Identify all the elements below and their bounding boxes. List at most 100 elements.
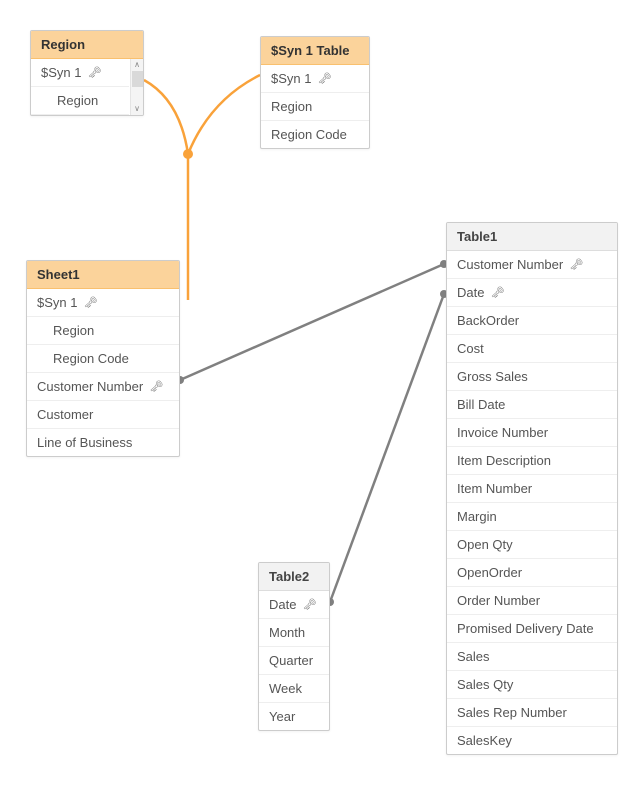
field-label: Customer bbox=[37, 407, 93, 422]
field-label: Quarter bbox=[269, 653, 313, 668]
field-label: Region Code bbox=[53, 351, 129, 366]
field-label: Customer Number bbox=[37, 379, 143, 394]
table-title: Table1 bbox=[457, 229, 497, 244]
field-row[interactable]: Quarter bbox=[259, 647, 329, 675]
field-label: Item Number bbox=[457, 481, 532, 496]
field-label: Week bbox=[269, 681, 302, 696]
field-row[interactable]: Item Number bbox=[447, 475, 617, 503]
table-header[interactable]: Table1 bbox=[447, 223, 617, 251]
key-icon: 🗝 bbox=[490, 286, 504, 299]
field-row[interactable]: Customer Number 🗝 bbox=[447, 251, 617, 279]
table-sheet1[interactable]: Sheet1 $Syn 1 🗝 Region Region Code Custo… bbox=[26, 260, 180, 457]
field-label: OpenOrder bbox=[457, 565, 522, 580]
field-row[interactable]: Date 🗝 bbox=[259, 591, 329, 619]
field-row[interactable]: Bill Date bbox=[447, 391, 617, 419]
field-label: Promised Delivery Date bbox=[457, 621, 594, 636]
field-row[interactable]: Region Code bbox=[27, 345, 179, 373]
field-label: Year bbox=[269, 709, 295, 724]
field-label: $Syn 1 bbox=[271, 71, 311, 86]
field-label: Order Number bbox=[457, 593, 540, 608]
field-label: Open Qty bbox=[457, 537, 513, 552]
field-row[interactable]: Region bbox=[261, 93, 369, 121]
field-row[interactable]: Margin bbox=[447, 503, 617, 531]
field-row[interactable]: BackOrder bbox=[447, 307, 617, 335]
table-header[interactable]: $Syn 1 Table bbox=[261, 37, 369, 65]
field-row[interactable]: Customer bbox=[27, 401, 179, 429]
field-row[interactable]: Promised Delivery Date bbox=[447, 615, 617, 643]
scroll-down-icon[interactable]: ∨ bbox=[134, 103, 140, 115]
field-label: Invoice Number bbox=[457, 425, 548, 440]
field-row[interactable]: Week bbox=[259, 675, 329, 703]
link-region-syn bbox=[144, 80, 188, 154]
field-row[interactable]: Invoice Number bbox=[447, 419, 617, 447]
scroll-thumb[interactable] bbox=[132, 71, 143, 87]
field-label: Date bbox=[269, 597, 296, 612]
field-row[interactable]: Region Code bbox=[261, 121, 369, 148]
data-model-canvas[interactable]: Region $Syn 1 🗝 Region ∧ ∨ $Syn 1 Table … bbox=[0, 0, 642, 800]
field-label: Line of Business bbox=[37, 435, 132, 450]
scrollbar[interactable]: ∧ ∨ bbox=[130, 59, 143, 115]
field-label: Region bbox=[53, 323, 94, 338]
field-row[interactable]: Year bbox=[259, 703, 329, 730]
key-icon: 🗝 bbox=[87, 66, 101, 79]
field-label: Sales Qty bbox=[457, 677, 513, 692]
scroll-up-icon[interactable]: ∧ bbox=[134, 59, 140, 71]
key-icon: 🗝 bbox=[317, 72, 331, 85]
field-row[interactable]: Date 🗝 bbox=[447, 279, 617, 307]
field-row[interactable]: Region bbox=[27, 317, 179, 345]
table-syn1[interactable]: $Syn 1 Table $Syn 1 🗝 Region Region Code bbox=[260, 36, 370, 149]
field-row[interactable]: $Syn 1 🗝 bbox=[27, 289, 179, 317]
table-header[interactable]: Sheet1 bbox=[27, 261, 179, 289]
junction-node bbox=[183, 149, 193, 159]
key-icon: 🗝 bbox=[83, 296, 97, 309]
field-label: Region bbox=[271, 99, 312, 114]
field-row[interactable]: Sales Qty bbox=[447, 671, 617, 699]
table-title: Sheet1 bbox=[37, 267, 80, 282]
field-row[interactable]: $Syn 1 🗝 bbox=[31, 59, 129, 87]
field-row[interactable]: Cost bbox=[447, 335, 617, 363]
field-row[interactable]: SalesKey bbox=[447, 727, 617, 754]
field-label: Sales Rep Number bbox=[457, 705, 567, 720]
field-row[interactable]: Open Qty bbox=[447, 531, 617, 559]
field-label: $Syn 1 bbox=[41, 65, 81, 80]
field-label: Gross Sales bbox=[457, 369, 528, 384]
table-header[interactable]: Table2 bbox=[259, 563, 329, 591]
field-label: Cost bbox=[457, 341, 484, 356]
field-row[interactable]: Line of Business bbox=[27, 429, 179, 456]
field-label: Date bbox=[457, 285, 484, 300]
table-header[interactable]: Region bbox=[31, 31, 143, 59]
table-region[interactable]: Region $Syn 1 🗝 Region ∧ ∨ bbox=[30, 30, 144, 116]
field-label: Bill Date bbox=[457, 397, 505, 412]
field-row[interactable]: Item Description bbox=[447, 447, 617, 475]
table-title: $Syn 1 Table bbox=[271, 43, 350, 58]
link-sheet1-table1 bbox=[180, 264, 444, 380]
table-title: Table2 bbox=[269, 569, 309, 584]
field-row[interactable]: Order Number bbox=[447, 587, 617, 615]
field-row[interactable]: Customer Number 🗝 bbox=[27, 373, 179, 401]
field-row[interactable]: OpenOrder bbox=[447, 559, 617, 587]
link-syn1table-syn bbox=[188, 75, 260, 154]
field-label: Sales bbox=[457, 649, 490, 664]
field-label: Month bbox=[269, 625, 305, 640]
field-row[interactable]: Month bbox=[259, 619, 329, 647]
field-row[interactable]: Sales bbox=[447, 643, 617, 671]
field-label: Region Code bbox=[271, 127, 347, 142]
field-label: $Syn 1 bbox=[37, 295, 77, 310]
field-label: BackOrder bbox=[457, 313, 519, 328]
field-label: SalesKey bbox=[457, 733, 512, 748]
link-table2-table1 bbox=[330, 294, 444, 602]
table-title: Region bbox=[41, 37, 85, 52]
field-row[interactable]: Region bbox=[31, 87, 129, 115]
table-table2[interactable]: Table2 Date 🗝 Month Quarter Week Year bbox=[258, 562, 330, 731]
key-icon: 🗝 bbox=[149, 380, 163, 393]
field-row[interactable]: Sales Rep Number bbox=[447, 699, 617, 727]
key-icon: 🗝 bbox=[302, 598, 316, 611]
key-icon: 🗝 bbox=[569, 258, 583, 271]
field-row[interactable]: $Syn 1 🗝 bbox=[261, 65, 369, 93]
table-table1[interactable]: Table1 Customer Number 🗝 Date 🗝 BackOrde… bbox=[446, 222, 618, 755]
field-row[interactable]: Gross Sales bbox=[447, 363, 617, 391]
field-label: Item Description bbox=[457, 453, 551, 468]
field-label: Margin bbox=[457, 509, 497, 524]
field-label: Region bbox=[57, 93, 98, 108]
field-label: Customer Number bbox=[457, 257, 563, 272]
